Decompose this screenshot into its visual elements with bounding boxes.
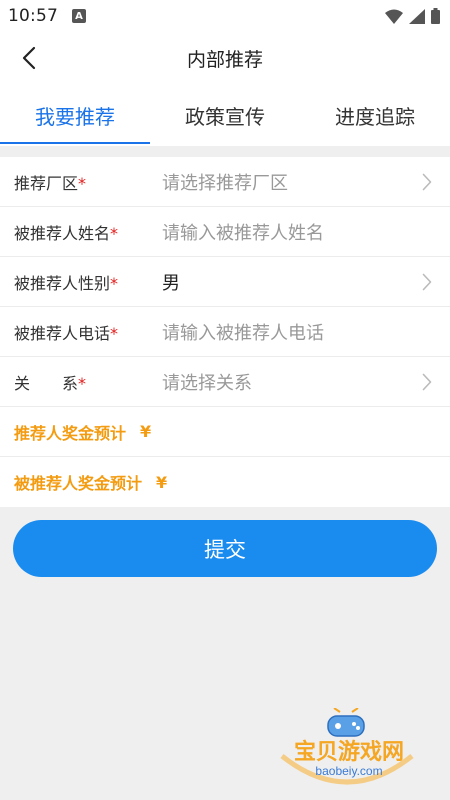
chevron-right-icon: [422, 273, 432, 291]
gender-select[interactable]: 被推荐人性别* 男: [0, 257, 450, 307]
tab-policy[interactable]: 政策宣传: [150, 84, 300, 146]
tab-bar: 我要推荐 政策宣传 进度追踪: [0, 84, 450, 146]
phone-field[interactable]: 被推荐人电话* 请输入被推荐人电话: [0, 307, 450, 357]
status-bar: 10:57 A: [0, 0, 450, 32]
signal-icon: [409, 8, 425, 24]
referee-bonus-row: 被推荐人奖金预计 ¥: [0, 457, 450, 507]
name-placeholder: 请输入被推荐人姓名: [162, 222, 324, 244]
referee-bonus-value: ¥: [156, 472, 168, 492]
chevron-right-icon: [422, 173, 432, 191]
chevron-right-icon: [422, 373, 432, 391]
referrer-bonus-value: ¥: [140, 422, 152, 441]
watermark-url: baobeiy.com: [315, 764, 383, 778]
watermark: 宝贝游戏网 baobeiy.com: [274, 708, 424, 794]
status-time: 10:57: [8, 6, 58, 26]
page-title: 内部推荐: [186, 48, 263, 71]
name-label: 被推荐人姓名*: [14, 223, 119, 243]
gender-value: 男: [162, 272, 180, 294]
phone-label: 被推荐人电话*: [14, 323, 119, 343]
app-header: 内部推荐: [0, 32, 450, 84]
chevron-left-icon: [22, 46, 36, 70]
referrer-bonus-row: 推荐人奖金预计 ¥: [0, 407, 450, 457]
phone-placeholder: 请输入被推荐人电话: [162, 322, 324, 344]
name-field[interactable]: 被推荐人姓名* 请输入被推荐人姓名: [0, 207, 450, 257]
gender-label: 被推荐人性别*: [14, 273, 119, 293]
relation-label: 关 系*: [14, 373, 87, 393]
factory-select[interactable]: 推荐厂区* 请选择推荐厂区: [0, 157, 450, 207]
submit-button[interactable]: 提交: [13, 520, 437, 577]
battery-icon: [431, 8, 440, 24]
wifi-icon: [385, 9, 403, 24]
relation-placeholder: 请选择关系: [162, 372, 252, 394]
referral-form: 推荐厂区* 请选择推荐厂区 被推荐人姓名* 请输入被推荐人姓名 被推荐人性别* …: [0, 157, 450, 507]
tab-progress[interactable]: 进度追踪: [300, 84, 450, 146]
referee-bonus-label: 被推荐人奖金预计: [14, 474, 143, 493]
status-icons: [385, 8, 440, 24]
factory-label: 推荐厂区*: [14, 173, 87, 193]
factory-placeholder: 请选择推荐厂区: [162, 172, 288, 194]
tab-recommend[interactable]: 我要推荐: [0, 84, 150, 146]
watermark-text: 宝贝游戏网: [293, 740, 404, 765]
back-button[interactable]: [14, 42, 44, 74]
referrer-bonus-label: 推荐人奖金预计: [14, 423, 127, 443]
relation-select[interactable]: 关 系* 请选择关系: [0, 357, 450, 407]
notification-a-icon: A: [72, 9, 86, 23]
